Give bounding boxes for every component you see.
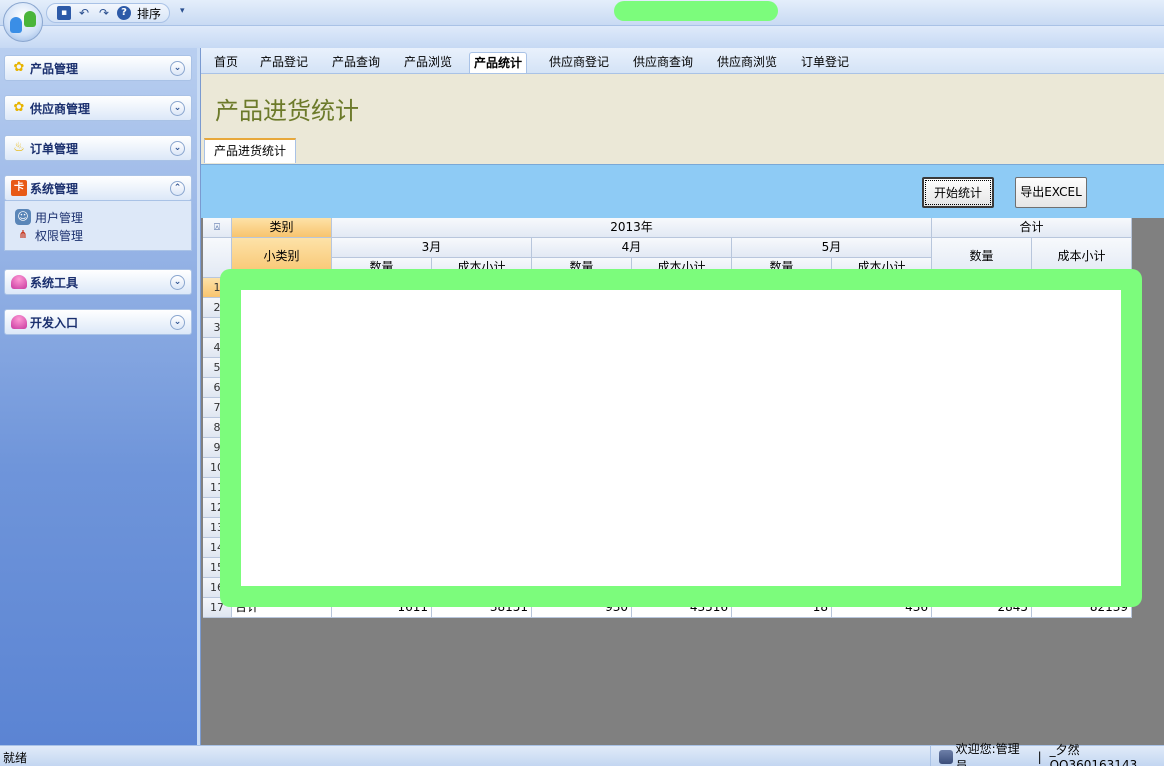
tab-supplier-register[interactable]: 供应商登记 [545,52,613,73]
contact-text: _夕然QQ360163143 [1049,743,1138,766]
nav-group-supplier[interactable]: ✿ 供应商管理 ⌄ [4,95,192,121]
nav-group-system[interactable]: 卡 系统管理 ⌃ ☺ 用户管理 ⋔ 权限管理 [4,175,192,251]
nav-head[interactable]: 系统工具 ⌄ [4,269,192,295]
tab-home[interactable]: 首页 [210,52,242,73]
user-avatar-icon [939,749,953,764]
status-bar: 就绪 欢迎您:管理员 | _夕然QQ360163143 [0,742,1164,766]
ribbon-strip [0,26,1164,48]
redaction-overlay [220,269,1142,607]
year-header: 2013年 [332,218,932,238]
nav-head[interactable]: 开发入口 ⌄ [4,309,192,335]
nav-label: 系统工具 [30,275,79,290]
nav-head[interactable]: ♨ 订单管理 ⌄ [4,135,192,161]
tab-product-register[interactable]: 产品登记 [256,52,312,73]
nav-group-order[interactable]: ♨ 订单管理 ⌄ [4,135,192,161]
nav-label: 系统管理 [30,181,79,196]
title-bar [0,0,1164,26]
mushroom-icon [11,275,27,289]
status-user-panel: 欢迎您:管理员 | _夕然QQ360163143 [930,742,1164,766]
customize-qat-icon[interactable]: ▾ [180,6,185,16]
undo-icon[interactable]: ↶ [77,6,91,20]
status-ready: 就绪 [3,751,28,765]
nav-body: ☺ 用户管理 ⋔ 权限管理 [4,201,192,251]
help-icon[interactable]: ? [117,6,131,20]
sort-button[interactable]: 排序 [137,5,161,22]
chevron-down-icon[interactable]: ⌄ [170,275,185,290]
tab-product-statistics[interactable]: 产品统计 [469,52,528,73]
flower-icon: ✿ [13,60,25,75]
sidebar-item-label: 用户管理 [35,210,84,225]
user-icon: ☺ [15,209,31,225]
permission-icon: ⋔ [18,228,28,241]
tab-order-register[interactable]: 订单登记 [797,52,853,73]
nav-label: 供应商管理 [30,101,91,116]
action-toolbar: 开始统计 导出EXCEL [201,164,1164,218]
subtab-purchase-statistics[interactable]: 产品进货统计 [204,138,297,163]
chevron-down-icon[interactable]: ⌄ [170,141,185,156]
total-header: 合计 [932,218,1132,238]
tab-bar: 首页 产品登记 产品查询 产品浏览 产品统计 供应商登记 供应商查询 供应商浏览… [201,48,1164,74]
sidebar-item-label: 权限管理 [35,228,84,243]
nav-label: 产品管理 [30,61,79,76]
quick-access-toolbar: ▪ ↶ ↷ ? 排序 [46,3,171,23]
tab-supplier-query[interactable]: 供应商查询 [629,52,697,73]
nav-head[interactable]: ✿ 供应商管理 ⌄ [4,95,192,121]
sidebar-item-user-management[interactable]: ☺ 用户管理 [15,208,191,226]
chevron-down-icon[interactable]: ⌄ [170,101,185,116]
flower-icon: ✿ [13,100,25,115]
app-menu-button[interactable] [3,2,43,42]
page-header: 产品进货统计 产品进货统计 [201,74,1164,164]
nav-group-dev[interactable]: 开发入口 ⌄ [4,309,192,335]
sidebar: ✿ 产品管理 ⌄ ✿ 供应商管理 ⌄ ♨ 订单管理 ⌄ 卡 系统管理 ⌃ ☺ 用… [0,48,197,745]
start-statistics-button[interactable]: 开始统计 [922,177,994,208]
card-icon: 卡 [11,180,27,196]
tab-product-query[interactable]: 产品查询 [328,52,384,73]
save-icon[interactable]: ▪ [57,6,71,20]
status-separator: | [1037,749,1042,764]
welcome-text: 欢迎您:管理员 [955,741,1020,766]
nav-group-tools[interactable]: 系统工具 ⌄ [4,269,192,295]
mushroom-icon [11,315,27,329]
nav-label: 开发入口 [30,315,79,330]
tab-supplier-browse[interactable]: 供应商浏览 [713,52,781,73]
redo-icon[interactable]: ↷ [97,6,111,20]
nav-head[interactable]: ✿ 产品管理 ⌄ [4,55,192,81]
bell-icon: ♨ [13,140,25,155]
redaction-inner [241,290,1121,586]
nav-label: 订单管理 [30,141,79,156]
chevron-down-icon[interactable]: ⌄ [170,61,185,76]
category-header: 类别 [232,218,332,238]
nav-head[interactable]: 卡 系统管理 ⌃ [4,175,192,201]
grid-corner-sort-icon[interactable]: ⍓ [203,218,232,238]
chevron-down-icon[interactable]: ⌄ [170,315,185,330]
month-header: 4月 [532,238,732,258]
sidebar-item-permission-management[interactable]: ⋔ 权限管理 [15,226,191,244]
tab-product-browse[interactable]: 产品浏览 [400,52,456,73]
chevron-up-icon[interactable]: ⌃ [170,181,185,196]
nav-group-product[interactable]: ✿ 产品管理 ⌄ [4,55,192,81]
page-title: 产品进货统计 [215,97,359,125]
user-green-icon [24,11,36,27]
month-header: 3月 [332,238,532,258]
title-redaction [614,1,778,21]
export-excel-button[interactable]: 导出EXCEL [1015,177,1087,208]
month-header: 5月 [732,238,932,258]
user-blue-icon [10,17,22,33]
